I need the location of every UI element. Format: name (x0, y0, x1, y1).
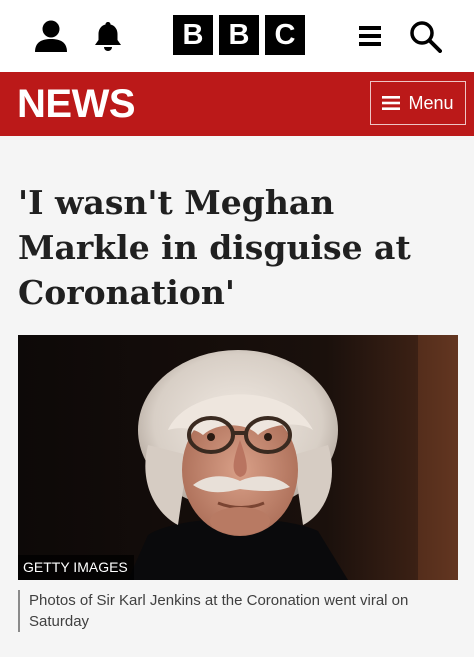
menu-label: Menu (408, 92, 454, 113)
news-bar: NEWS Menu (0, 72, 474, 136)
bbc-logo-block-3: C (265, 15, 305, 55)
search-icon[interactable] (408, 19, 442, 53)
hamburger-menu-icon[interactable] (358, 24, 382, 48)
notifications-bell-icon[interactable] (93, 20, 123, 52)
account-icon[interactable] (33, 18, 69, 54)
bbc-logo-block-2: B (219, 15, 259, 55)
article-photo: GETTY IMAGES (18, 335, 458, 580)
image-credit: GETTY IMAGES (18, 555, 134, 580)
article-headline: 'I wasn't Meghan Markle in disguise at C… (18, 183, 411, 312)
menu-lines-icon (382, 96, 401, 110)
top-header: B B C (0, 0, 474, 72)
bbc-logo-block-1: B (173, 15, 213, 55)
news-section-title[interactable]: NEWS (17, 80, 136, 128)
bbc-logo[interactable]: B B C (173, 15, 305, 55)
menu-button[interactable]: Menu (370, 81, 466, 125)
image-caption: Photos of Sir Karl Jenkins at the Corona… (18, 590, 458, 632)
portrait-illustration (18, 335, 458, 580)
